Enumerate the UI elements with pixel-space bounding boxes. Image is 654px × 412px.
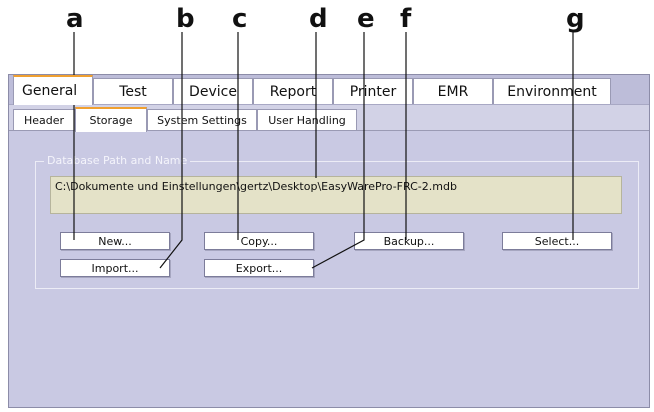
tab-system-settings[interactable]: System Settings [147, 109, 257, 131]
database-path-field[interactable]: C:\Dokumente und Einstellungen\gertz\Des… [50, 176, 622, 214]
database-path-legend: Database Path and Name [44, 154, 191, 168]
copy-button[interactable]: Copy... [204, 232, 314, 250]
storage-panel: Database Path and Name C:\Dokumente und … [9, 130, 649, 407]
tab-user-handling[interactable]: User Handling [257, 109, 357, 131]
sub-tab-bar: Header Storage System Settings User Hand… [9, 104, 649, 132]
tab-printer[interactable]: Printer [333, 78, 413, 104]
backup-button[interactable]: Backup... [354, 232, 464, 250]
callout-b: b [176, 4, 195, 34]
tab-device[interactable]: Device [173, 78, 253, 104]
callout-e: e [357, 4, 375, 34]
tab-environment[interactable]: Environment [493, 78, 611, 104]
tab-general[interactable]: General [13, 75, 93, 105]
select-button[interactable]: Select... [502, 232, 612, 250]
tab-storage[interactable]: Storage [75, 107, 147, 132]
new-button[interactable]: New... [60, 232, 170, 250]
callout-f: f [400, 4, 412, 34]
tab-report[interactable]: Report [253, 78, 333, 104]
settings-window: General Test Device Report Printer EMR E… [8, 74, 650, 408]
tab-header[interactable]: Header [13, 109, 75, 131]
export-button[interactable]: Export... [204, 259, 314, 277]
callout-d: d [309, 4, 328, 34]
callout-g: g [566, 4, 585, 34]
tab-emr[interactable]: EMR [413, 78, 493, 104]
tab-test[interactable]: Test [93, 78, 173, 104]
main-tab-bar: General Test Device Report Printer EMR E… [9, 75, 649, 105]
import-button[interactable]: Import... [60, 259, 170, 277]
callout-c: c [232, 4, 248, 34]
database-path-group: Database Path and Name C:\Dokumente und … [35, 154, 639, 289]
callout-a: a [66, 4, 84, 34]
